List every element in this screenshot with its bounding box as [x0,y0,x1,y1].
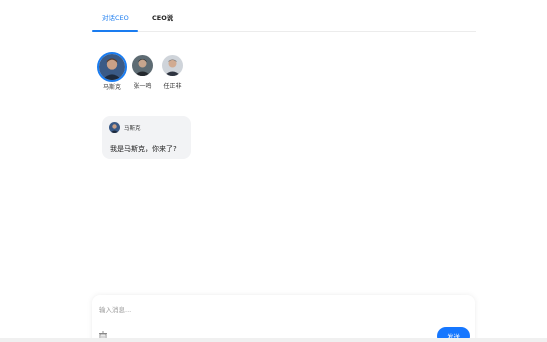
tab-chat-ceo-label: 对话CEO [102,14,129,22]
tab-ceo-says[interactable]: CEO说 [152,12,173,24]
active-tab-indicator [92,30,138,32]
message-header: 马斯克 [109,122,141,133]
message-input[interactable] [99,303,459,317]
tab-ceo-says-label: CEO说 [152,14,174,22]
ceo-name: 马斯克 [102,84,121,91]
chat-page: 对话CEO CEO说 马斯克 张一鸣 任正非 马斯克 我是马斯克，你来了? 输入… [0,0,547,342]
message-text: 我是马斯克，你来了? [110,145,177,153]
avatar [132,55,153,76]
ceo-name: 任正非 [163,83,182,90]
tab-bar: 对话CEO CEO说 [92,0,476,32]
avatar [162,55,183,76]
avatar [97,52,127,82]
ceo-option-zhang-yiming[interactable]: 张一鸣 [132,55,153,90]
sender-avatar [109,122,120,133]
ceo-option-ren-zhengfei[interactable]: 任正非 [162,55,183,90]
sender-name: 马斯克 [124,125,141,132]
ceo-name: 张一鸣 [133,83,152,90]
message-bubble: 马斯克 我是马斯克，你来了? [102,116,191,159]
bottom-divider [0,338,547,342]
tab-chat-ceo[interactable]: 对话CEO [102,12,129,24]
ceo-option-musk[interactable]: 马斯克 [97,52,127,91]
message-composer [92,295,475,342]
